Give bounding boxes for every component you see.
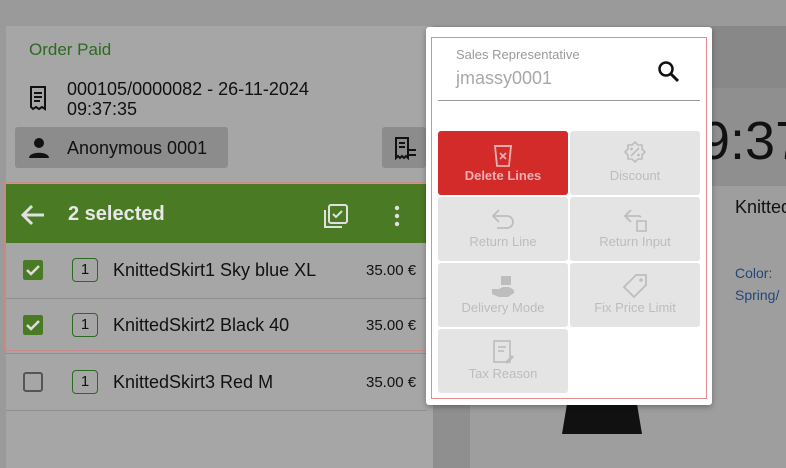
clock-display: 9:37 [700, 111, 786, 171]
top-tab-area [712, 26, 786, 88]
receipt-icon [30, 86, 46, 111]
ticket-settings-icon [395, 137, 416, 161]
ticket-properties-button[interactable] [382, 127, 426, 168]
line-product-name: KnittedSkirt3 Red M [113, 372, 274, 392]
order-status: Order Paid [29, 40, 112, 59]
popup-highlight [431, 37, 707, 399]
line-quantity: 1 [72, 370, 98, 394]
product-attributes: Color: Spring/ [735, 265, 780, 303]
order-number: 000105/0000082 - 26-11-2024 09:37:35 [67, 79, 309, 119]
ticket-line-3[interactable]: 1 KnittedSkirt3 Red M 35.00 € [6, 355, 427, 411]
line-price: 35.00 € [366, 374, 417, 391]
checkbox-unchecked-icon[interactable] [23, 372, 43, 392]
customer-name: Anonymous 0001 [67, 138, 208, 158]
selection-highlight [4, 182, 427, 351]
product-name: Knitted [735, 197, 786, 217]
person-icon [29, 138, 49, 158]
